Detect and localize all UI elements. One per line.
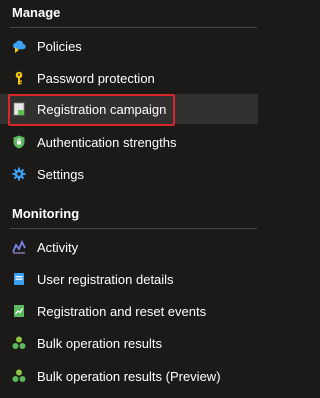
nav-item-registration-campaign[interactable]: Registration campaign: [0, 94, 258, 124]
nav-item-label: Registration campaign: [37, 101, 167, 117]
nav-item-label: Bulk operation results: [37, 335, 163, 351]
section-divider: [10, 228, 257, 229]
nav-item-activity[interactable]: Activity: [0, 232, 258, 262]
nav-item-authentication-strengths[interactable]: Authentication strengths: [0, 127, 258, 157]
nav-item-label: Registration and reset events: [37, 303, 207, 319]
nav-item-bulk-operation-results-preview[interactable]: Bulk operation results (Preview): [0, 361, 258, 391]
events-log-icon: [12, 304, 26, 318]
nav-item-registration-and-reset-events[interactable]: Registration and reset events: [0, 296, 258, 326]
group-icon: [12, 369, 26, 383]
nav-item-label: User registration details: [37, 271, 174, 287]
nav-item-label: Settings: [37, 166, 84, 182]
nav-item-password-protection[interactable]: Password protection: [0, 63, 258, 93]
key-icon: [12, 71, 26, 85]
nav-item-label: Activity: [37, 239, 79, 255]
section-divider: [10, 27, 257, 28]
nav-item-label: Policies: [37, 38, 82, 54]
nav-item-label: Bulk operation results (Preview): [37, 368, 221, 384]
policies-icon: [12, 39, 26, 53]
nav-item-bulk-operation-results[interactable]: Bulk operation results: [0, 328, 258, 358]
activity-chart-icon: [12, 240, 26, 254]
shield-icon: [12, 135, 26, 149]
nav-item-user-registration-details[interactable]: User registration details: [0, 264, 258, 294]
section-title-monitoring: Monitoring: [12, 206, 80, 221]
navigation-menu: Manage Policies Password protection Regi…: [0, 0, 265, 398]
nav-item-label: Authentication strengths: [37, 134, 177, 150]
user-details-icon: [12, 272, 26, 286]
nav-item-settings[interactable]: Settings: [0, 159, 258, 189]
registration-campaign-icon: [12, 102, 26, 116]
nav-item-label: Password protection: [37, 70, 155, 86]
group-icon: [12, 336, 26, 350]
gear-icon: [12, 167, 26, 181]
section-title-manage: Manage: [12, 5, 61, 20]
nav-item-policies[interactable]: Policies: [0, 31, 258, 61]
